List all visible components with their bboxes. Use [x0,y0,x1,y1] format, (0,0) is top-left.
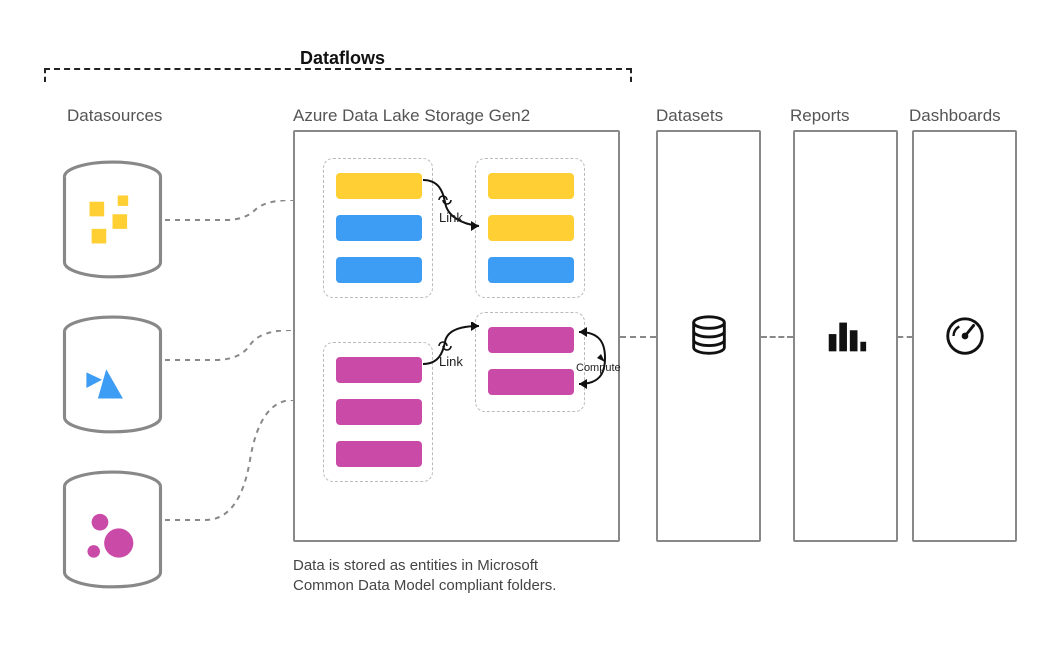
adls-caption-line2: Common Data Model compliant folders. [293,576,556,596]
adls-box: Link Link Compute [293,130,620,542]
entity-bar [336,173,422,199]
reports-label: Reports [790,106,850,126]
entity-bar [488,215,574,241]
entity-bar [488,173,574,199]
entity-bar [336,215,422,241]
bar-chart-icon [823,313,869,359]
connector-ds1 [165,200,293,230]
datasource-cylinder-3 [60,470,165,590]
link-icon [437,192,453,208]
dashboards-label: Dashboards [909,106,1001,126]
datasources-label: Datasources [67,106,162,126]
compute-arrow [575,318,615,398]
entity-group-bottom-left [323,342,433,482]
entity-bar [336,441,422,467]
datasource-cylinder-1 [60,160,165,280]
adls-label: Azure Data Lake Storage Gen2 [293,106,530,126]
connector-ds2 [165,330,293,370]
dataflows-title: Dataflows [300,48,385,69]
link-icon [437,338,453,354]
dataflows-bracket [44,68,632,82]
entity-bar [336,399,422,425]
entity-group-top-left [323,158,433,298]
compute-label: Compute [576,362,621,374]
entity-bar [488,369,574,395]
dashboards-box [912,130,1017,542]
link-label-2: Link [439,354,463,369]
entity-bar [488,327,574,353]
datasource-cylinder-2 [60,315,165,435]
entity-bar [336,257,422,283]
reports-box [793,130,898,542]
connector-adls-datasets [620,336,656,338]
entity-bar [336,357,422,383]
connector-ds3 [165,400,293,530]
adls-caption-line1: Data is stored as entities in Microsoft [293,556,538,576]
entity-bar [488,257,574,283]
link-arrow-1 [421,174,491,234]
link-label-1: Link [439,210,463,225]
connector-reports-dashboards [898,336,912,338]
datasets-label: Datasets [656,106,723,126]
datasets-box [656,130,761,542]
entity-group-bottom-right [475,312,585,412]
gauge-icon [942,313,988,359]
connector-datasets-reports [761,336,793,338]
database-icon [686,313,732,359]
entity-group-top-right [475,158,585,298]
